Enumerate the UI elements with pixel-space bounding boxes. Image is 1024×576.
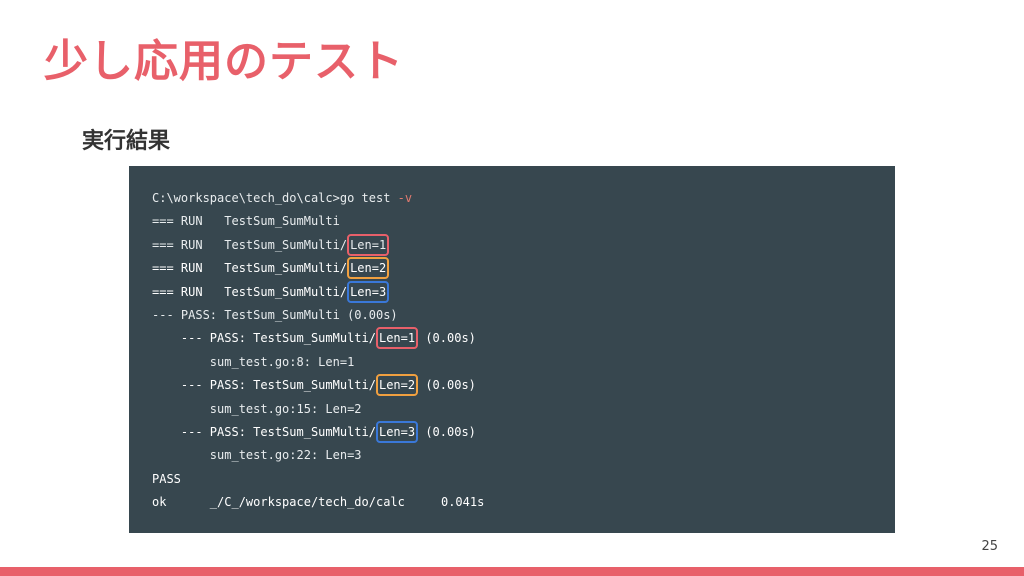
line-text: --- PASS: TestSum_SumMulti/ — [152, 378, 376, 393]
line-text: PASS — [152, 471, 181, 486]
line-text: C:\workspace\tech_do\calc>go test — [152, 191, 398, 205]
terminal-line: --- PASS: TestSum_SumMulti/Len=3 (0.00s) — [129, 420, 895, 447]
terminal-line: --- PASS: TestSum_SumMulti/Len=1 (0.00s) — [129, 327, 895, 353]
line-text: === RUN TestSum_SumMulti/ — [152, 261, 348, 276]
terminal-output: C:\workspace\tech_do\calc>go test -v ===… — [129, 166, 895, 533]
bottom-accent-bar — [0, 567, 1024, 576]
highlight-box-blue: Len=3 — [375, 420, 419, 443]
terminal-line: === RUN TestSum_SumMulti/Len=3 — [129, 280, 895, 307]
line-text: sum_test.go:8: Len=1 — [152, 354, 355, 369]
line-text: === RUN TestSum_SumMulti/ — [152, 284, 348, 299]
terminal-line: --- PASS: TestSum_SumMulti (0.00s) — [129, 307, 895, 330]
page-number: 25 — [981, 539, 998, 554]
terminal-line: C:\workspace\tech_do\calc>go test -v — [129, 190, 895, 213]
highlight-box-orange: Len=2 — [375, 374, 419, 397]
line-text: ok _/C_/workspace/tech_do/calc 0.041s — [152, 495, 485, 510]
terminal-line: sum_test.go:22: Len=3 — [129, 447, 895, 470]
terminal-line: sum_test.go:15: Len=2 — [129, 401, 895, 424]
line-text: sum_test.go:15: Len=2 — [152, 401, 362, 416]
flag-text: -v — [397, 191, 413, 205]
line-suffix: (0.00s) — [418, 378, 476, 393]
terminal-line: sum_test.go:8: Len=1 — [129, 354, 895, 377]
terminal-line: PASS — [129, 471, 895, 494]
line-text: === RUN TestSum_SumMulti/ — [152, 237, 348, 252]
line-suffix: (0.00s) — [418, 331, 476, 346]
terminal-line: === RUN TestSum_SumMulti — [129, 213, 895, 236]
highlight-box-blue: Len=3 — [347, 280, 390, 303]
terminal-line: --- PASS: TestSum_SumMulti/Len=2 (0.00s) — [129, 374, 895, 400]
terminal-line: ok _/C_/workspace/tech_do/calc 0.041s — [129, 494, 895, 517]
line-suffix: (0.00s) — [418, 424, 476, 439]
slide-title: 少し応用のテスト — [44, 36, 404, 87]
section-label: 実行結果 — [82, 129, 171, 154]
line-text: === RUN TestSum_SumMulti — [152, 214, 340, 229]
terminal-line: === RUN TestSum_SumMulti/Len=1 — [129, 233, 895, 260]
highlight-box-red: Len=1 — [375, 327, 419, 350]
highlight-box-red: Len=1 — [347, 233, 390, 256]
line-text: --- PASS: TestSum_SumMulti/ — [152, 331, 376, 346]
line-text: sum_test.go:22: Len=3 — [152, 448, 362, 463]
highlight-box-orange: Len=2 — [347, 257, 390, 280]
line-text: --- PASS: TestSum_SumMulti (0.00s) — [152, 307, 398, 322]
terminal-line: === RUN TestSum_SumMulti/Len=2 — [129, 257, 895, 283]
line-text: --- PASS: TestSum_SumMulti/ — [152, 424, 376, 439]
